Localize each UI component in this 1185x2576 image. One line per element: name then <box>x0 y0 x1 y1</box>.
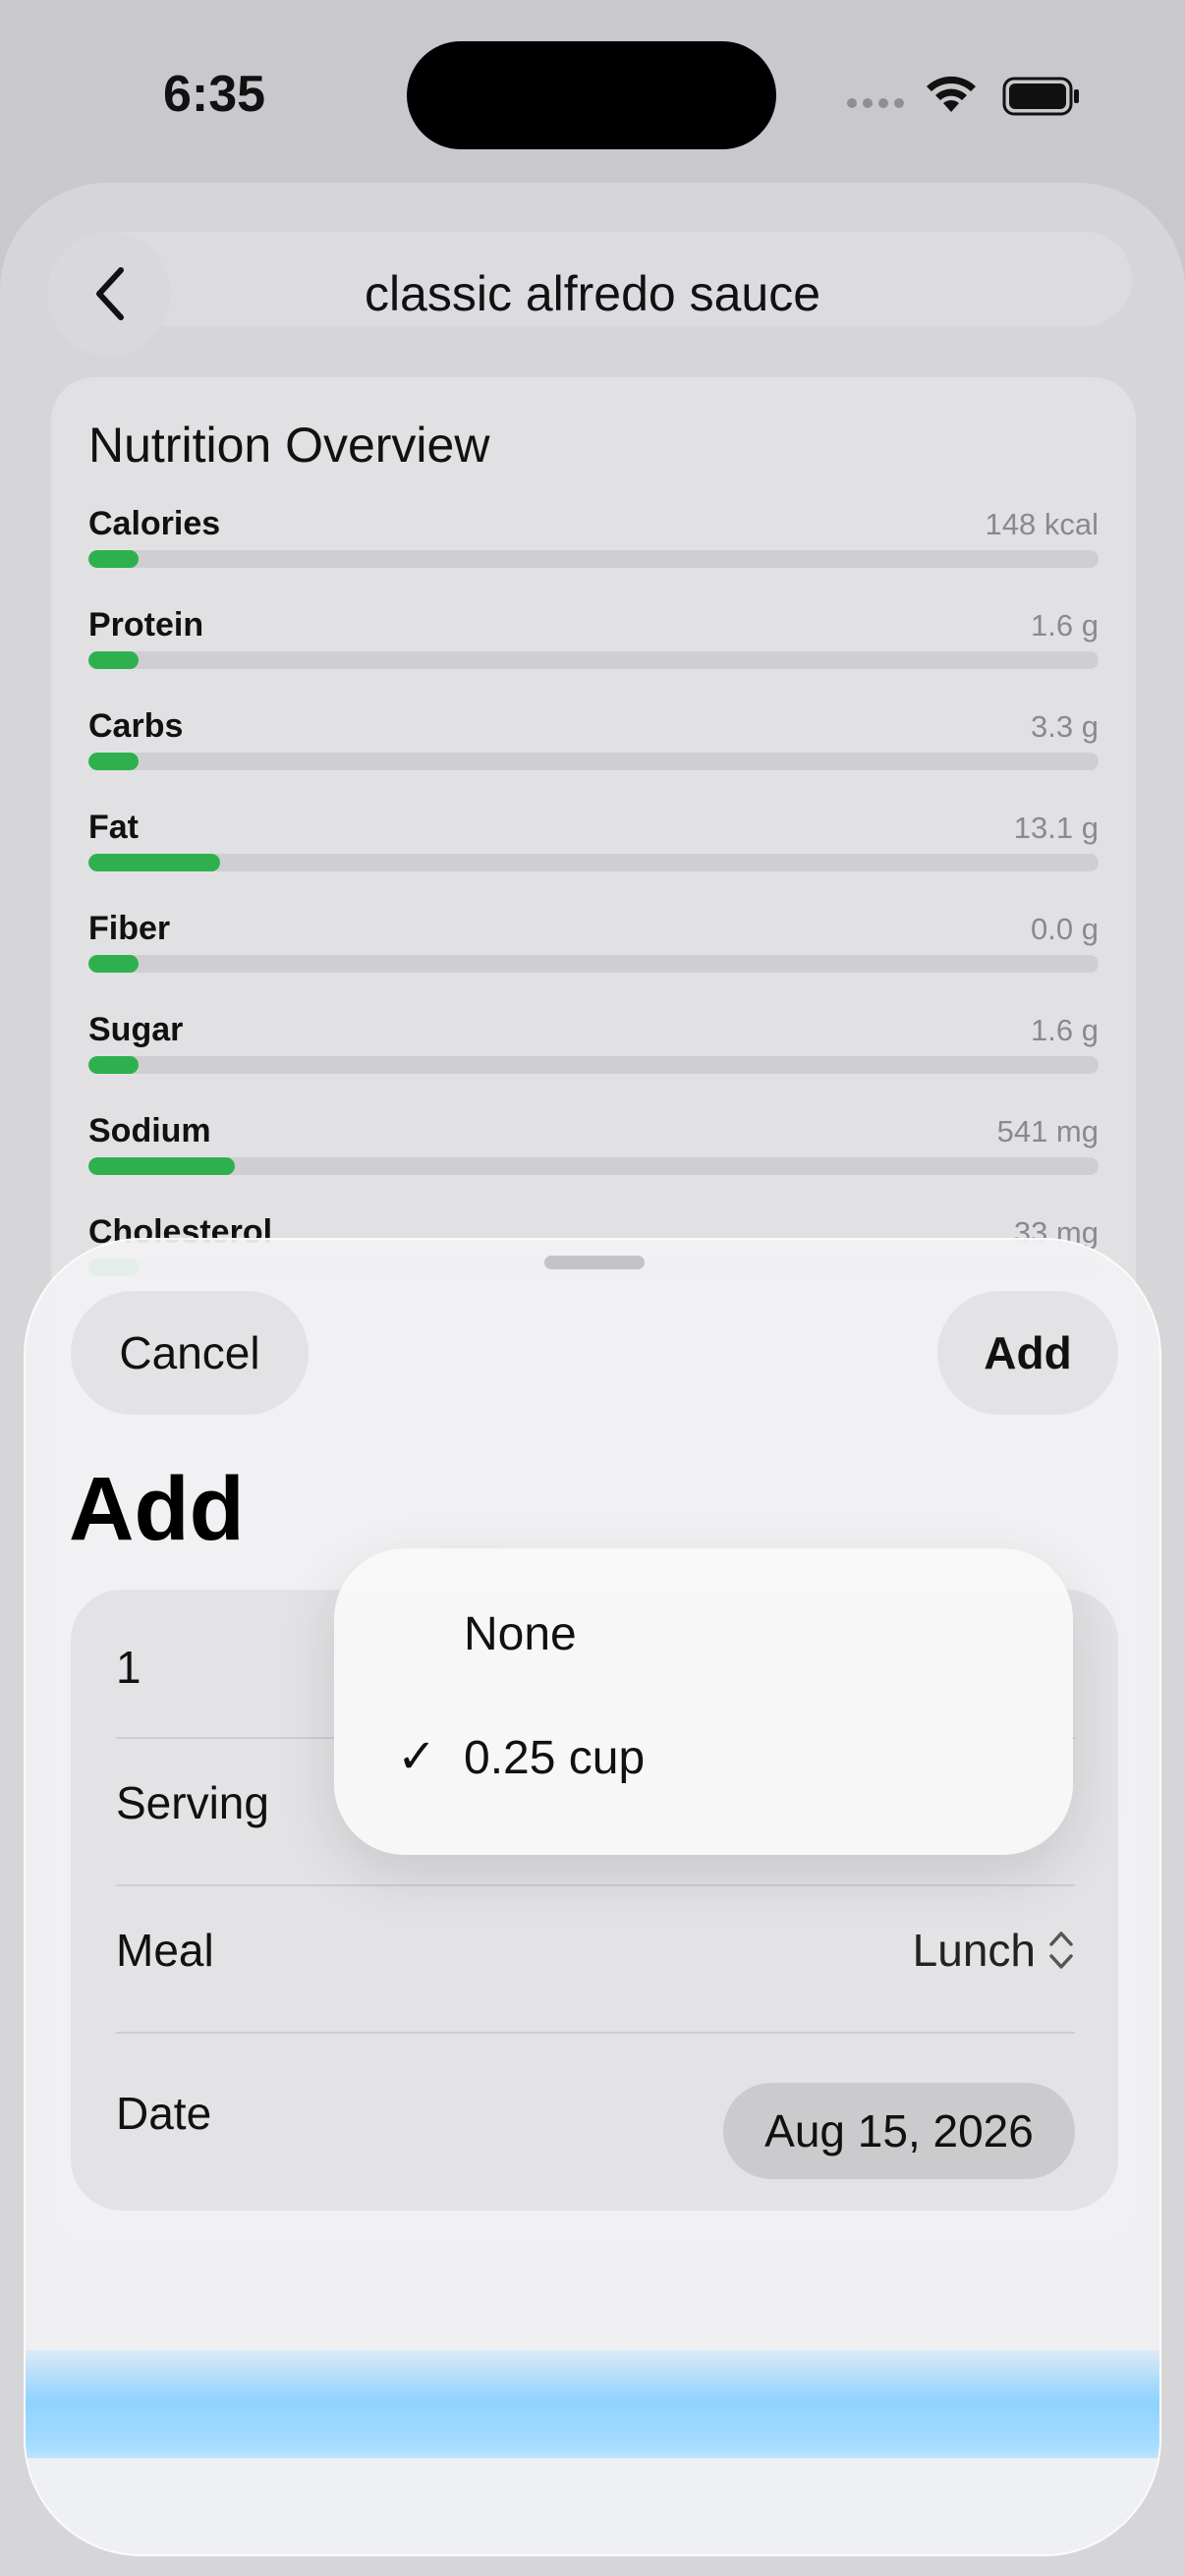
meal-row[interactable]: Meal Lunch <box>116 1924 1075 1992</box>
sheet-title: Add <box>69 1459 245 1559</box>
nutrient-label: Fiber <box>88 910 171 947</box>
divider <box>116 1884 1075 1886</box>
dynamic-island <box>407 41 776 149</box>
add-button[interactable]: Add <box>937 1291 1118 1415</box>
nutrient-progress-track <box>88 1056 1099 1074</box>
wifi-icon <box>927 76 976 112</box>
serving-option-none[interactable]: None <box>334 1572 1073 1690</box>
nutrient-label: Calories <box>88 505 221 542</box>
chevron-up-down-icon <box>1049 1932 1073 1969</box>
nutrient-progress-track <box>88 955 1099 973</box>
nutrient-progress-fill <box>88 753 140 770</box>
nutrient-label: Sodium <box>88 1112 211 1149</box>
nutrient-progress-fill <box>88 955 140 973</box>
cellular-signal-icon <box>847 98 904 108</box>
nutrition-row: Fiber 0.0 g <box>88 910 1099 998</box>
battery-icon <box>1002 77 1079 116</box>
serving-option-label: None <box>464 1608 577 1660</box>
nutrient-progress-track <box>88 1157 1099 1175</box>
nutrient-label: Protein <box>88 606 204 644</box>
checkmark-icon: ✓ <box>397 1731 437 1783</box>
serving-label: Serving <box>116 1777 269 1828</box>
nutrient-progress-fill <box>88 651 140 669</box>
date-picker-button[interactable]: Aug 15, 2026 <box>723 2083 1075 2179</box>
nutrient-progress-fill <box>88 854 220 871</box>
add-sheet: Cancel Add Add 1 Serving Meal Lunch Date… <box>24 1238 1161 2556</box>
nutrient-label: Sugar <box>88 1011 184 1048</box>
serving-option-selected[interactable]: ✓ 0.25 cup <box>334 1696 1073 1814</box>
nutrient-progress-fill <box>88 550 140 568</box>
nutrition-row: Carbs 3.3 g <box>88 707 1099 796</box>
nutrition-title: Nutrition Overview <box>88 418 490 473</box>
serving-menu: None ✓ 0.25 cup <box>334 1548 1073 1855</box>
nutrition-row: Calories 148 kcal <box>88 505 1099 593</box>
nutrient-value: 0.0 g <box>1031 912 1099 946</box>
nutrient-progress-track <box>88 550 1099 568</box>
nutrient-value: 13.1 g <box>1013 811 1099 845</box>
nutrient-progress-fill <box>88 1056 140 1074</box>
nutrition-row: Sodium 541 mg <box>88 1112 1099 1201</box>
status-icons <box>847 69 1083 124</box>
nutrient-value: 148 kcal <box>985 507 1099 541</box>
nutrient-value: 3.3 g <box>1031 709 1099 744</box>
nutrient-progress-track <box>88 854 1099 871</box>
nutrient-label: Carbs <box>88 707 184 745</box>
sheet-bottom <box>26 2458 1159 2554</box>
meal-picker[interactable]: Lunch <box>913 1924 1075 1977</box>
date-label: Date <box>116 2088 212 2139</box>
nutrient-progress-fill <box>88 1157 236 1175</box>
divider <box>116 2032 1075 2034</box>
meal-label: Meal <box>116 1925 214 1976</box>
status-time: 6:35 <box>163 66 266 123</box>
date-row: Date Aug 15, 2026 <box>116 2083 1075 2179</box>
nutrient-label: Fat <box>88 809 139 846</box>
sheet-grabber[interactable] <box>544 1256 645 1269</box>
meal-value: Lunch <box>912 1925 1036 1976</box>
serving-option-label: 0.25 cup <box>464 1732 646 1784</box>
quantity-field[interactable]: 1 <box>116 1641 141 1694</box>
nutrient-progress-track <box>88 651 1099 669</box>
nutrition-row: Sugar 1.6 g <box>88 1011 1099 1099</box>
nutrient-value: 1.6 g <box>1031 1013 1099 1047</box>
nutrient-value: 541 mg <box>996 1114 1099 1148</box>
nutrition-row: Fat 13.1 g <box>88 809 1099 897</box>
cancel-button[interactable]: Cancel <box>71 1291 309 1415</box>
nutrition-row: Protein 1.6 g <box>88 606 1099 695</box>
page-title: classic alfredo sauce <box>364 266 821 321</box>
nutrient-progress-track <box>88 753 1099 770</box>
nutrient-value: 1.6 g <box>1031 608 1099 643</box>
